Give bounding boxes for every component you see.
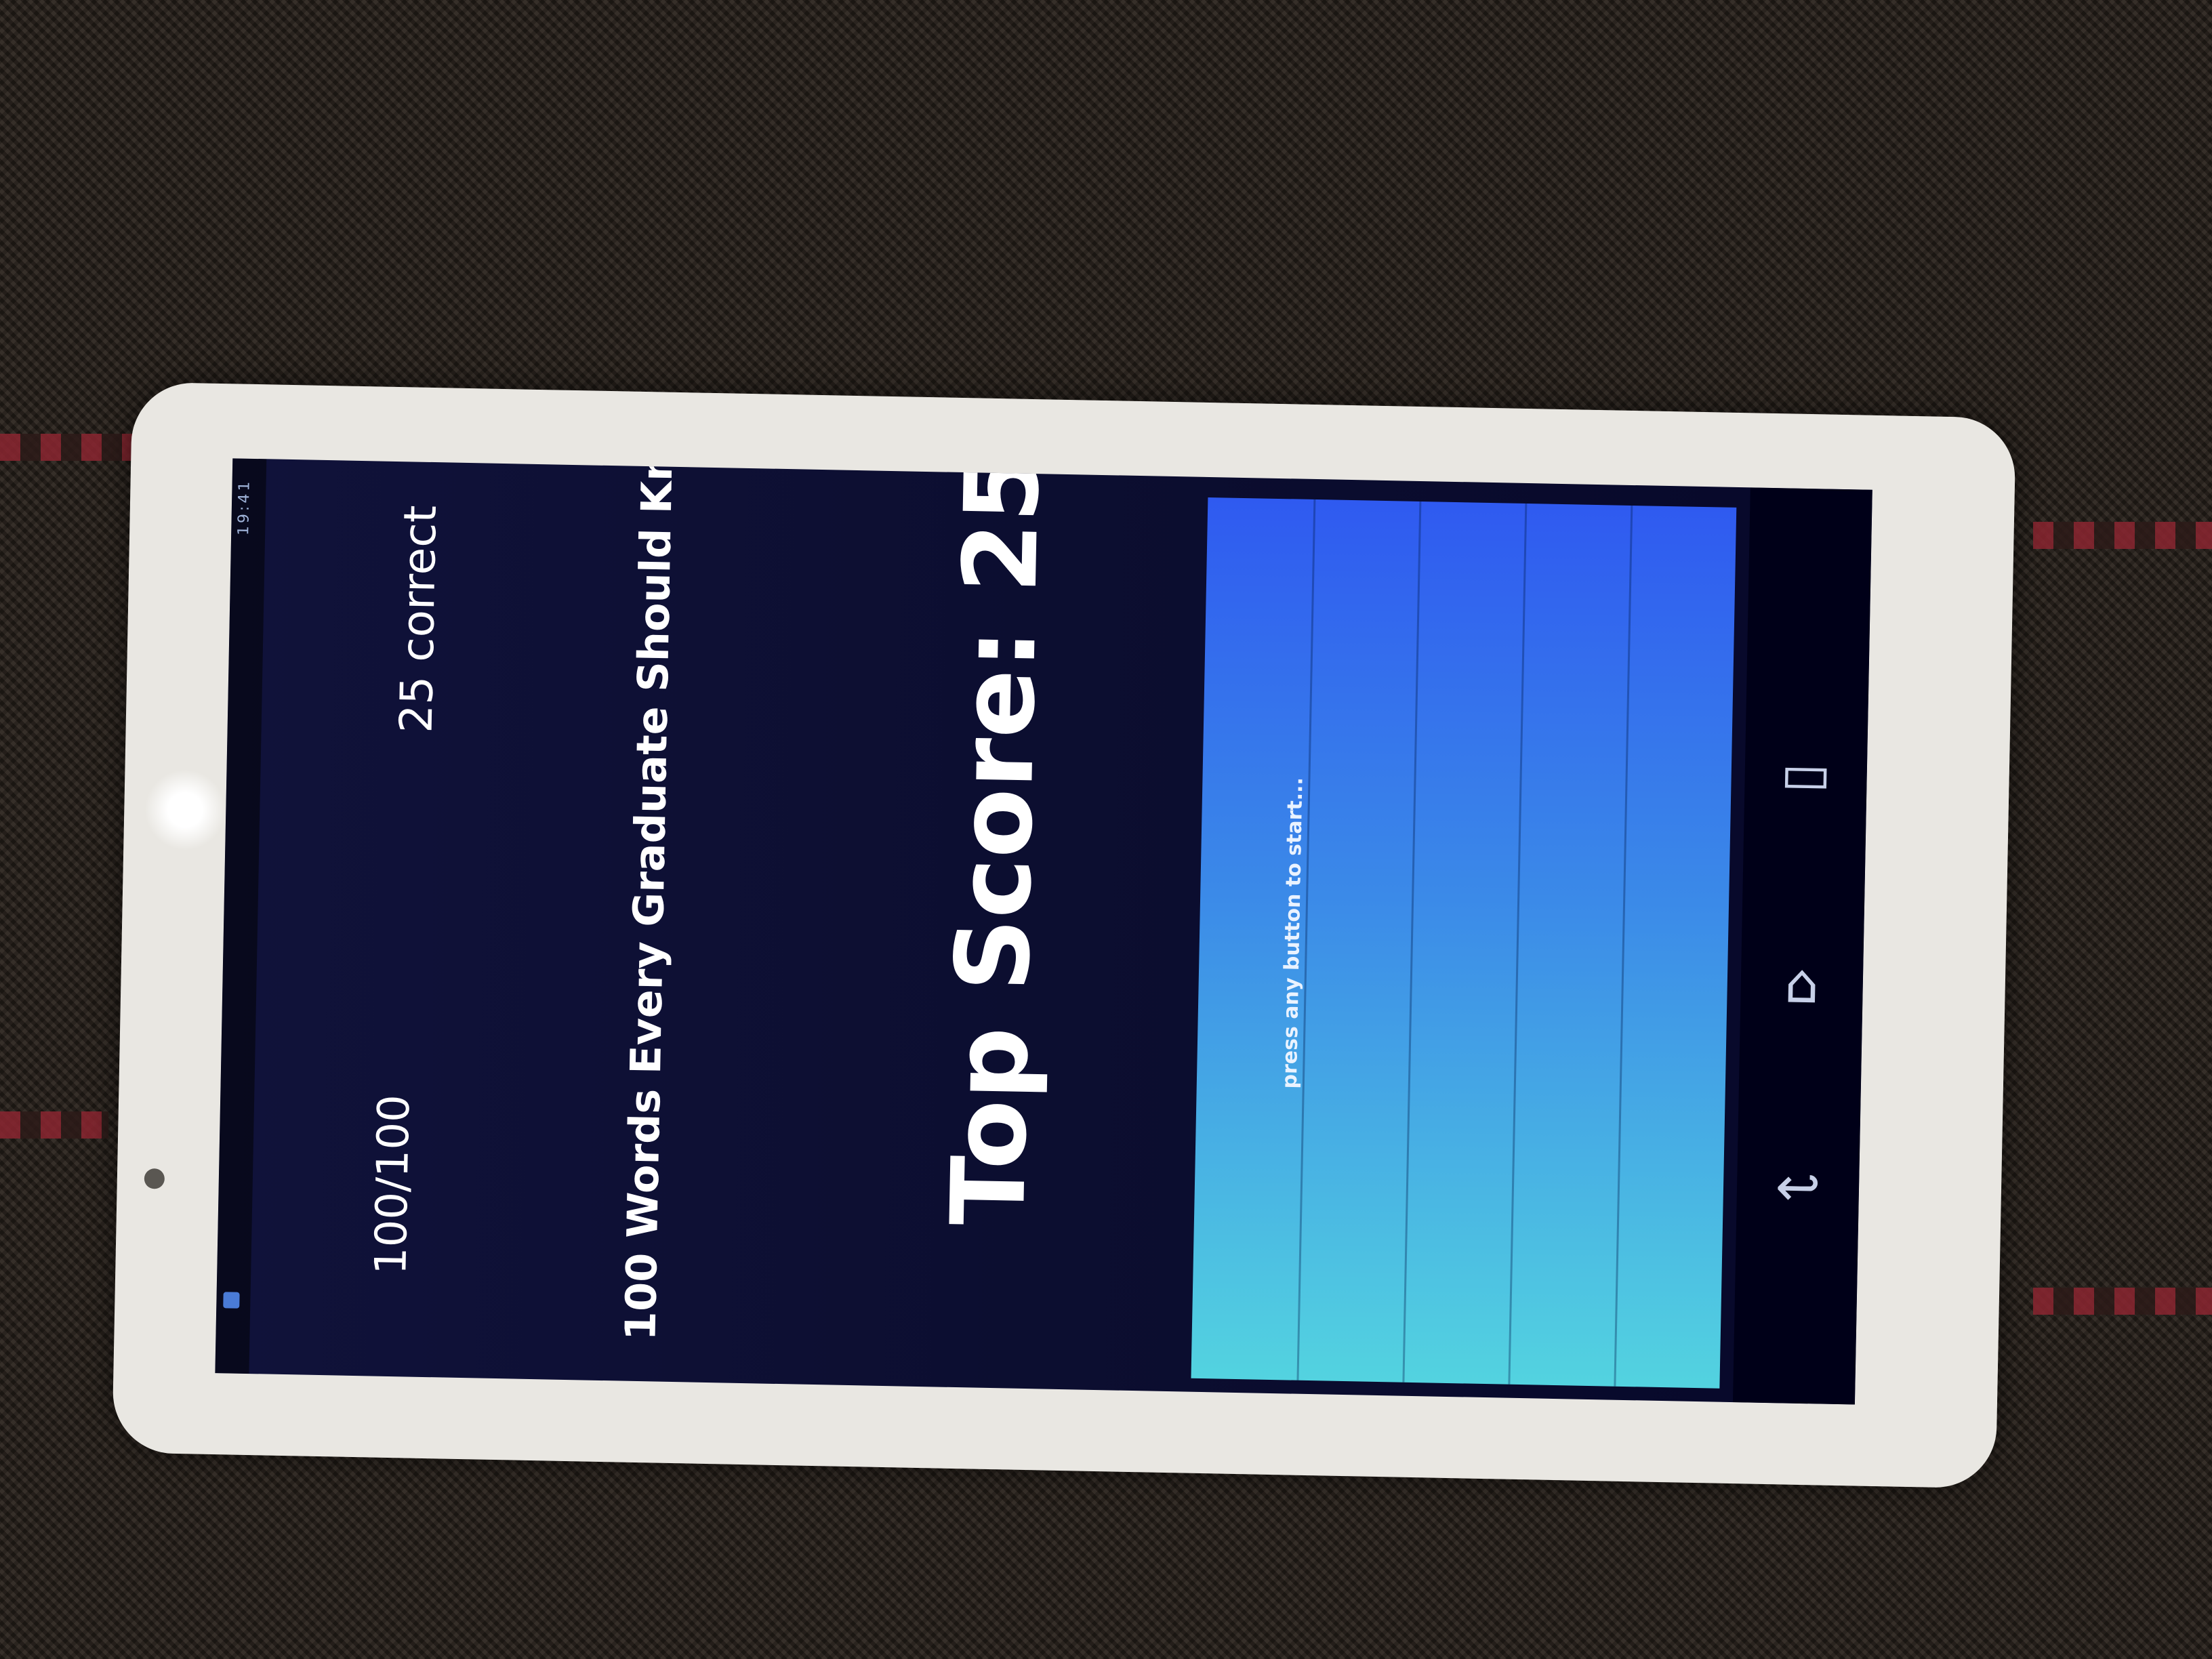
fabric-stripe: [2033, 1288, 2212, 1315]
flash-glare: [144, 768, 227, 852]
quiz-title: 100 Words Every Graduate Should Know: [615, 458, 684, 1341]
app-screen: 19:41 100/100 25 correct 100 Words Every…: [215, 458, 1872, 1405]
answer-button-4[interactable]: [1508, 503, 1631, 1387]
answer-buttons-panel: [1191, 497, 1737, 1389]
top-score: Top Score: 25: [929, 458, 1063, 1227]
answer-button-3[interactable]: [1402, 501, 1525, 1385]
answer-button-2[interactable]: [1296, 499, 1420, 1382]
correct-count: 25 correct: [390, 504, 447, 734]
recents-icon[interactable]: ▭: [1771, 739, 1841, 808]
status-time: 19:41: [235, 478, 253, 536]
fabric-stripe: [2033, 522, 2212, 549]
home-icon[interactable]: ⌂: [1767, 949, 1837, 1018]
notification-icon[interactable]: [223, 1292, 240, 1309]
fabric-stripe: [0, 434, 136, 461]
fabric-stripe: [0, 1111, 108, 1139]
android-nav-bar: ▭ ⌂ ↩: [1732, 487, 1872, 1405]
status-bar: 19:41: [215, 458, 267, 1374]
answer-button-5[interactable]: [1614, 505, 1737, 1389]
progress-counter: 100/100: [366, 1094, 420, 1275]
camera-icon: [144, 1168, 165, 1189]
tablet-device: 19:41 100/100 25 correct 100 Words Every…: [112, 382, 2016, 1489]
back-icon[interactable]: ↩: [1763, 1152, 1832, 1221]
